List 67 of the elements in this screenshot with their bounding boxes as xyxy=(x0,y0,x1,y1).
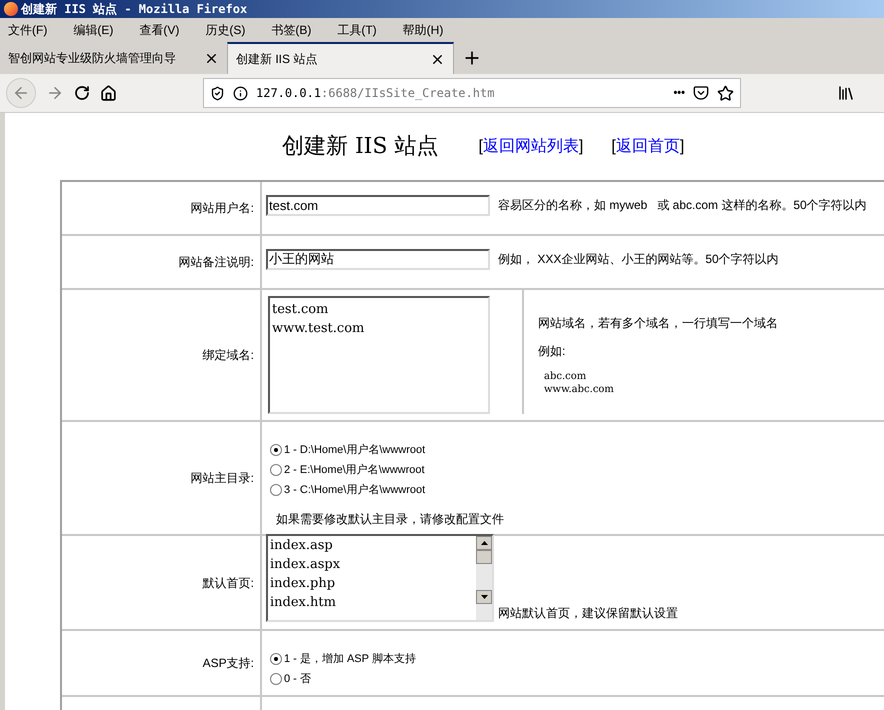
radio-label[interactable]: 1 - 是，增加 ASP 脚本支持 xyxy=(284,650,416,668)
list-item[interactable]: index.php xyxy=(270,574,474,593)
menu-item[interactable]: 历史(S) xyxy=(201,21,250,39)
hint-text: 网站默认首页，建议保留默认设置 xyxy=(498,605,678,622)
example-label: 例如: xyxy=(538,343,566,360)
scroll-thumb[interactable] xyxy=(476,550,492,564)
example-domain: www.abc.com xyxy=(544,383,615,396)
text-field[interactable]: 小王的网站 xyxy=(266,248,490,270)
list-item[interactable]: index.asp xyxy=(270,536,474,555)
bracket-text: [ xyxy=(478,136,483,156)
hint-text: 容易区分的名称，如 myweb 或 abc.com 这样的名称。50个字符以内 xyxy=(498,197,867,214)
hint-text: 例如， XXX企业网站、小王的网站等。50个字符以内 xyxy=(498,251,779,268)
reload-icon[interactable] xyxy=(74,85,90,101)
radio-button[interactable] xyxy=(270,673,282,685)
scrollbar[interactable] xyxy=(476,536,492,620)
bookmark-star-icon[interactable] xyxy=(717,84,734,102)
page-title: 创建新 IIS 站点 xyxy=(282,133,438,161)
bracket-text: ] xyxy=(578,136,584,156)
menu-item[interactable]: 查看(V) xyxy=(135,21,184,39)
shield-icon[interactable] xyxy=(210,86,225,100)
field-label: 默认首页: xyxy=(202,574,254,592)
field-label: 网站用户名: xyxy=(190,200,254,217)
text-field[interactable]: test.com xyxy=(266,194,490,216)
list-item[interactable]: index.aspx xyxy=(270,555,474,574)
library-icon[interactable] xyxy=(837,84,855,102)
radio-button[interactable] xyxy=(270,484,282,496)
field-label: 网站主目录: xyxy=(190,470,254,487)
bracket-text: [ xyxy=(611,136,616,156)
nav-link[interactable]: 返回网站列表 xyxy=(482,134,579,158)
radio-button[interactable] xyxy=(270,653,282,665)
example-domain: abc.com xyxy=(544,370,588,383)
url-path: :6688/IIsSite_Create.htm xyxy=(321,86,494,100)
info-icon[interactable] xyxy=(233,86,248,100)
scroll-down-icon[interactable] xyxy=(480,595,488,599)
browser-tab[interactable]: 智创网站专业级防火墙管理向导 xyxy=(0,42,227,74)
page-listbox[interactable]: index.asp index.aspx index.php index.htm xyxy=(266,534,494,622)
radio-label[interactable]: 2 - E:\Home\用户名\wwwroot xyxy=(284,462,425,478)
browser-tab[interactable]: 创建新 IIS 站点 xyxy=(227,42,454,74)
address-bar[interactable]: 127.0.0.1:6688/IIsSite_Create.htm ••• xyxy=(203,78,741,108)
url-host: 127.0.0.1 xyxy=(256,86,322,100)
menu-item[interactable]: 编辑(E) xyxy=(69,21,118,39)
pocket-icon[interactable] xyxy=(693,85,709,101)
domain-textarea[interactable]: test.com www.test.com xyxy=(268,296,490,414)
menu-item[interactable]: 文件(F) xyxy=(4,21,52,39)
nav-link[interactable]: 返回首页 xyxy=(616,134,680,158)
field-label: ASP支持: xyxy=(202,655,254,672)
bracket-text: ] xyxy=(680,136,684,156)
scroll-up-icon[interactable] xyxy=(480,541,488,545)
hint-text: 网站域名，若有多个域名，一行填写一个域名 xyxy=(538,315,779,332)
list-item[interactable]: index.htm xyxy=(270,593,474,612)
menu-item[interactable]: 工具(T) xyxy=(333,21,381,39)
menu-item[interactable]: 书签(B) xyxy=(267,21,316,39)
browser-logo-icon xyxy=(4,2,18,16)
radio-button[interactable] xyxy=(270,464,282,476)
radio-button[interactable] xyxy=(270,444,282,456)
radio-label[interactable]: 1 - D:\Home\用户名\wwwroot xyxy=(284,442,426,458)
window-title: 创建新 IIS 站点 - Mozilla Firefox xyxy=(21,1,248,18)
back-button[interactable] xyxy=(6,78,36,108)
menu-item[interactable]: 帮助(H) xyxy=(398,21,448,39)
home-icon[interactable] xyxy=(100,84,117,102)
field-label: 网站备注说明: xyxy=(178,254,254,271)
field-label: 绑定域名: xyxy=(202,347,254,364)
radio-label[interactable]: 3 - C:\Home\用户名\wwwroot xyxy=(284,482,426,498)
more-menu[interactable]: ••• xyxy=(673,84,685,102)
note-text: 如果需要修改默认主目录，请修改配置文件 xyxy=(275,511,505,528)
radio-label[interactable]: 0 - 否 xyxy=(284,670,311,688)
forward-icon[interactable] xyxy=(46,84,64,102)
